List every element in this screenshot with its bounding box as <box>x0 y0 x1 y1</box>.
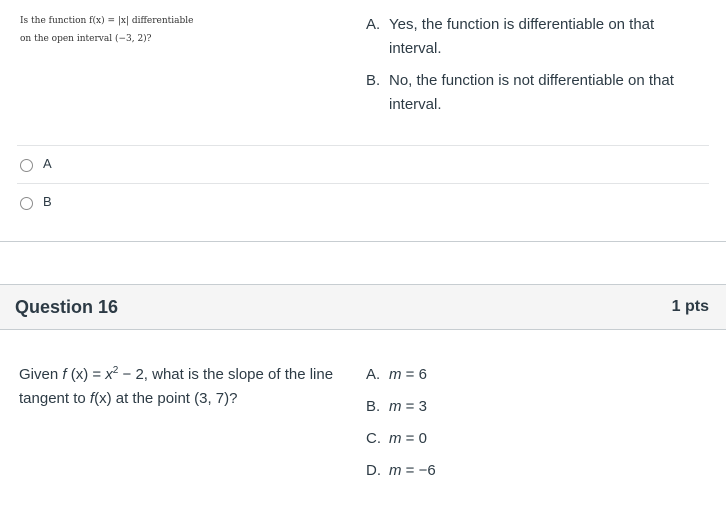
question-text-part: Given <box>19 366 63 383</box>
question-text-part: (x) at the point (3, 7)? <box>94 390 238 407</box>
question-text-part: (x) = <box>66 366 106 383</box>
choice-item: B. m = 3 <box>366 395 566 419</box>
answer-label[interactable]: B <box>43 194 52 209</box>
choice-var: m <box>389 430 402 447</box>
choice-text: No, the function is not differentiable o… <box>389 72 674 113</box>
choice-value: = 6 <box>401 366 427 383</box>
choice-text: Yes, the function is differentiable on t… <box>389 16 655 57</box>
question-text-var: x <box>105 366 113 383</box>
choice-item: D. m = −6 <box>366 459 566 483</box>
choice-text: m = 3 <box>389 395 566 419</box>
choice-item: C. m = 0 <box>366 427 566 451</box>
answer-option-b[interactable]: B <box>17 183 709 221</box>
choice-letter: B. <box>366 72 381 89</box>
choice-letter: D. <box>366 462 381 479</box>
choice-value: = −6 <box>401 462 436 479</box>
choice-value: = 3 <box>401 398 427 415</box>
choice-item: B. No, the function is not differentiabl… <box>366 69 706 117</box>
choice-var: m <box>389 462 402 479</box>
radio-button[interactable] <box>20 159 33 172</box>
choice-text: m = −6 <box>389 459 566 483</box>
choice-letter: A. <box>366 366 381 383</box>
question-header: Question 16 1 pts <box>0 284 726 330</box>
question-image-line: Is the function f(x) = |x| differentiabl… <box>20 16 194 26</box>
choice-item: A. Yes, the function is differentiable o… <box>366 13 706 61</box>
question-divider <box>0 241 726 242</box>
answer-label[interactable]: A <box>43 156 52 171</box>
choice-item: A. m = 6 <box>366 363 566 387</box>
choice-letter: C. <box>366 430 381 447</box>
question-points: 1 pts <box>671 298 709 315</box>
choice-letter: A. <box>366 16 381 33</box>
answer-option-a[interactable]: A <box>17 145 709 183</box>
choice-var: m <box>389 398 402 415</box>
radio-button[interactable] <box>20 197 33 210</box>
choice-value: = 0 <box>401 430 427 447</box>
choice-var: m <box>389 366 402 383</box>
question-text: Given f (x) = x2 − 2, what is the slope … <box>19 363 349 411</box>
question-title: Question 16 <box>15 296 119 317</box>
question-image-line: on the open interval (−3, 2)? <box>20 34 152 44</box>
choice-letter: B. <box>366 398 381 415</box>
answer-choices-list: A. m = 6 B. m = 3 C. m = 0 D. m = −6 <box>366 363 566 483</box>
choice-text: m = 0 <box>389 427 566 451</box>
choice-text: m = 6 <box>389 363 566 387</box>
answer-choices-list: A. Yes, the function is differentiable o… <box>366 13 706 117</box>
question-image: Is the function f(x) = |x| differentiabl… <box>20 12 220 48</box>
